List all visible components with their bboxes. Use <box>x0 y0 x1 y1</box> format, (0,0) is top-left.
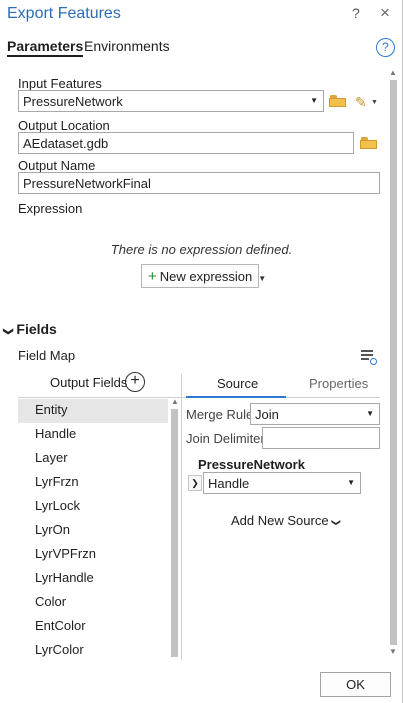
output-fields-header: Output Fields <box>50 375 128 390</box>
tab-parameters[interactable]: Parameters <box>7 38 84 57</box>
ok-button[interactable]: OK <box>320 672 391 697</box>
field-map-label: Field Map <box>18 348 76 363</box>
field-list-item[interactable]: Layer <box>18 447 168 471</box>
close-button[interactable]: × <box>380 3 390 23</box>
folder-icon[interactable] <box>329 95 347 107</box>
export-features-pane: Export Features ? × Parameters Environme… <box>0 0 403 703</box>
source-field-dropdown[interactable]: Handle ▼ <box>203 472 361 494</box>
field-list-item[interactable]: LyrVPFrzn <box>18 543 168 567</box>
field-list-item[interactable]: LyrLock <box>18 495 168 519</box>
pane-scrollbar[interactable]: ▲ ▼ <box>389 68 398 658</box>
new-expression-button[interactable]: + New expression ▼ <box>141 264 266 288</box>
divider <box>181 374 182 660</box>
tab-environments[interactable]: Environments <box>84 38 170 54</box>
pane-title: Export Features <box>7 5 121 22</box>
merge-rule-dropdown[interactable]: Join ▼ <box>250 403 380 425</box>
field-list-item[interactable]: Entity <box>18 399 168 423</box>
folder-icon[interactable] <box>360 137 378 149</box>
add-new-source-button[interactable]: Add New Source ❯ <box>231 513 342 528</box>
scroll-up-arrow-icon[interactable]: ▲ <box>171 397 179 406</box>
expand-source-icon[interactable]: ❯ <box>188 475 202 491</box>
help-button[interactable]: ? <box>352 5 360 21</box>
scroll-up-arrow-icon[interactable]: ▲ <box>389 68 397 77</box>
output-location-input[interactable]: AEdataset.gdb <box>18 132 354 154</box>
field-list-item[interactable]: LyrHandle <box>18 567 168 591</box>
field-list-item[interactable]: LyrOn <box>18 519 168 543</box>
field-list-item[interactable]: LyrFrzn <box>18 471 168 495</box>
chevron-down-icon: ▼ <box>258 274 267 283</box>
scrollbar-thumb[interactable] <box>390 80 397 645</box>
active-tab-indicator <box>186 396 286 398</box>
expression-label: Expression <box>18 201 83 216</box>
field-list-item[interactable]: EntColor <box>18 615 168 639</box>
field-list-item[interactable]: LyrColor <box>18 639 168 663</box>
tab-source[interactable]: Source <box>217 376 258 391</box>
scroll-down-arrow-icon[interactable]: ▼ <box>389 647 397 656</box>
output-location-label: Output Location <box>18 118 110 133</box>
chevron-down-icon: ▼ <box>347 478 355 487</box>
pencil-icon[interactable]: ✎ <box>355 94 367 111</box>
output-name-input[interactable]: PressureNetworkFinal <box>18 172 380 194</box>
field-list-item[interactable]: Color <box>18 591 168 615</box>
chevron-down-icon: ▼ <box>366 409 374 418</box>
output-name-value: PressureNetworkFinal <box>23 176 151 191</box>
source-name: PressureNetwork <box>198 457 305 472</box>
fields-list-scrollbar[interactable]: ▲ <box>170 397 179 659</box>
join-delimiter-input[interactable] <box>262 427 380 449</box>
fields-section-label: Fields <box>16 321 57 337</box>
plus-icon: + <box>148 268 157 285</box>
chevron-down-icon: ❯ <box>2 327 14 336</box>
add-field-icon[interactable]: + <box>125 372 145 392</box>
join-delimiter-label: Join Delimiter <box>186 431 265 446</box>
help-icon[interactable]: ? <box>376 38 395 57</box>
input-features-label: Input Features <box>18 76 102 91</box>
output-location-value: AEdataset.gdb <box>23 136 109 151</box>
input-features-value: PressureNetwork <box>23 94 123 109</box>
fields-section-header[interactable]: ❯ Fields <box>2 321 57 337</box>
tab-properties[interactable]: Properties <box>309 376 368 391</box>
add-new-source-label: Add New Source <box>231 513 329 528</box>
chevron-down-icon: ❯ <box>331 518 342 527</box>
field-map-options-icon[interactable] <box>361 349 377 365</box>
field-list-item[interactable]: Handle <box>18 423 168 447</box>
chevron-down-icon: ▼ <box>310 96 318 105</box>
merge-rule-label: Merge Rule <box>186 407 254 422</box>
input-features-dropdown[interactable]: PressureNetwork ▼ <box>18 90 324 112</box>
title-bar: Export Features ? × <box>0 0 403 30</box>
no-expression-message: There is no expression defined. <box>110 242 293 257</box>
output-name-label: Output Name <box>18 158 96 173</box>
new-expression-label: New expression <box>159 269 253 284</box>
scrollbar-thumb[interactable] <box>171 409 178 657</box>
source-field-value: Handle <box>208 476 250 491</box>
chevron-down-icon[interactable]: ▼ <box>371 99 378 106</box>
merge-rule-value: Join <box>255 407 279 422</box>
